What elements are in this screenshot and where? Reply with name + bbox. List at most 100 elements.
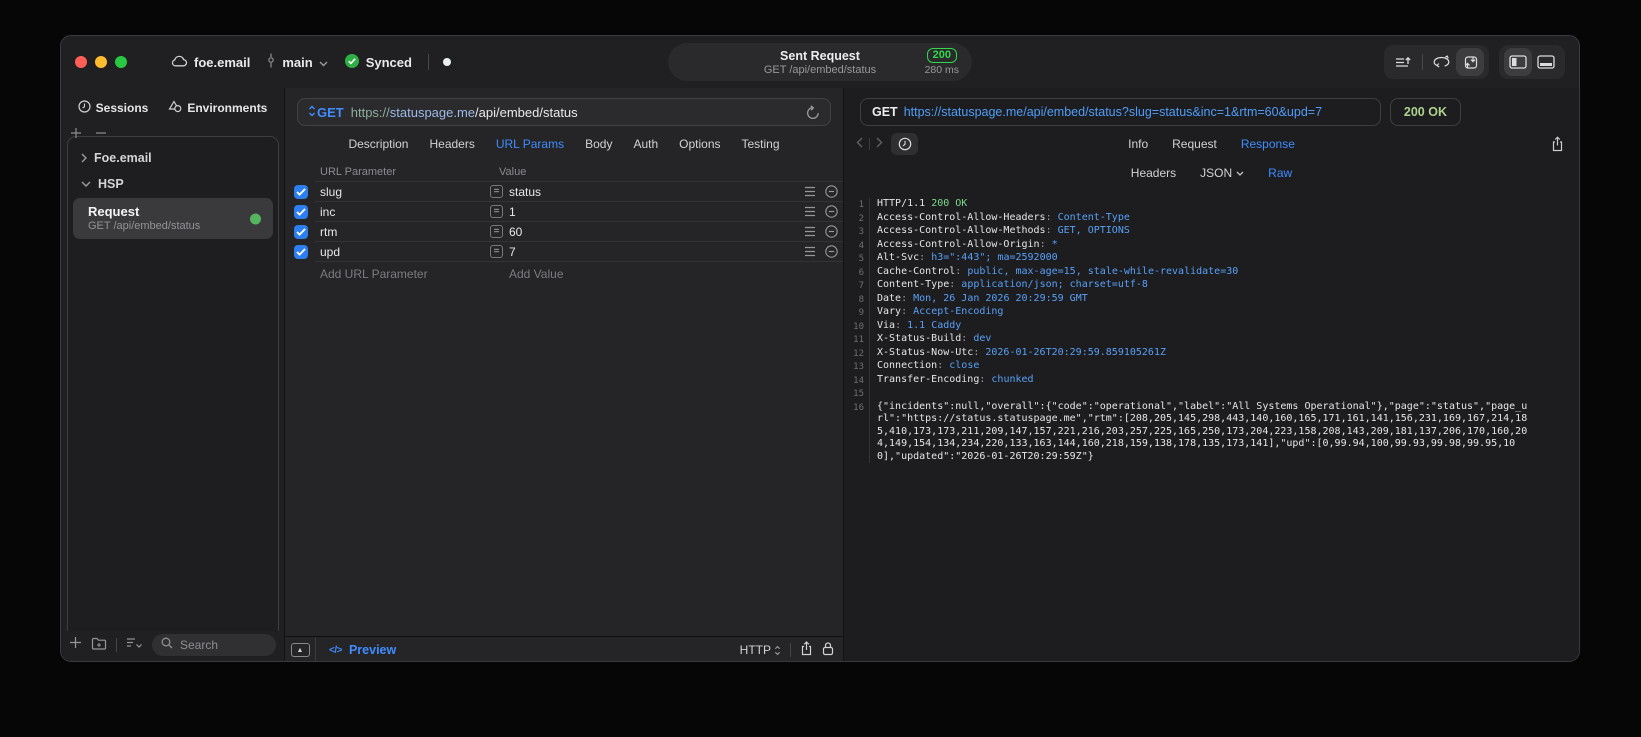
response-line: 8 Date: Mon, 26 Jan 2026 20:29:59 GMT	[844, 292, 1579, 306]
branch-menu[interactable]: main	[266, 53, 328, 71]
forward-icon[interactable]	[876, 137, 883, 151]
param-checkbox[interactable]	[294, 225, 308, 239]
tab-label: Headers	[1130, 166, 1177, 180]
project-name: foe.email	[194, 54, 251, 70]
equals-badge: =	[490, 205, 503, 218]
param-name-field[interactable]: slug	[320, 185, 342, 199]
line-content: Transfer-Encoding: chunked	[877, 373, 1034, 385]
tab-environments[interactable]: Environments	[168, 100, 267, 116]
sync-status[interactable]: Synced	[344, 53, 412, 72]
layout-left-panel-icon[interactable]	[1504, 48, 1532, 76]
export-share-icon[interactable]	[1551, 136, 1564, 152]
footer-divider	[790, 643, 791, 657]
response-tabs-row: Info Request Response	[844, 128, 1579, 160]
param-checkbox[interactable]	[294, 205, 308, 219]
tab-label: Headers	[429, 137, 475, 151]
back-icon[interactable]	[856, 137, 863, 151]
layout-bottom-panel-icon[interactable]	[1532, 48, 1560, 76]
param-name-field[interactable]: upd	[320, 245, 340, 259]
history-clock-button[interactable]	[891, 133, 918, 155]
add-item-icon[interactable]	[70, 126, 82, 144]
new-folder-icon[interactable]	[91, 636, 107, 655]
response-line: 9 Vary: Accept-Encoding	[844, 306, 1579, 320]
sort-filter-icon[interactable]	[126, 636, 143, 654]
method-selector[interactable]: GET	[308, 105, 344, 120]
request-list-item-selected[interactable]: Request GET /api/embed/status	[73, 198, 273, 239]
search-input[interactable]	[178, 637, 267, 653]
response-code[interactable]: 1 HTTP/1.1 200 OK 2 Access-Control-Allow…	[844, 186, 1579, 661]
protocol-selector[interactable]: HTTP	[740, 643, 781, 657]
add-param-placeholder[interactable]: Add URL Parameter	[320, 267, 428, 281]
summary-subtitle: GET /api/embed/status	[763, 63, 877, 76]
remove-param-icon[interactable]	[825, 245, 838, 261]
tree-group-foe-email[interactable]: Foe.email	[68, 145, 278, 171]
param-checkbox[interactable]	[294, 245, 308, 259]
subtab-headers[interactable]: Headers	[1131, 166, 1176, 180]
send-receive-icon[interactable]	[1456, 48, 1484, 76]
lock-icon[interactable]	[822, 641, 834, 659]
refresh-icon[interactable]	[806, 104, 820, 120]
line-number: 9	[844, 306, 870, 320]
param-row: inc = 1	[285, 202, 843, 222]
sort-order-icon[interactable]	[1389, 48, 1417, 76]
param-name-field[interactable]: rtm	[320, 225, 337, 239]
drag-handle-icon[interactable]	[804, 186, 816, 200]
share-icon[interactable]	[800, 641, 813, 659]
project-menu[interactable]: foe.email	[171, 55, 250, 70]
branch-name: main	[282, 54, 313, 70]
close-window-button[interactable]	[75, 56, 87, 68]
response-line: 5 Alt-Svc: h3=":443"; ma=2592000	[844, 252, 1579, 266]
footer-divider	[116, 638, 117, 652]
tab-info[interactable]: Info	[1128, 137, 1148, 151]
tab-url-params[interactable]: URL Params	[496, 137, 564, 151]
sync-loop-icon[interactable]	[1428, 48, 1456, 76]
tab-request[interactable]: Request	[1172, 137, 1217, 151]
add-value-placeholder[interactable]: Add Value	[509, 267, 564, 281]
param-name-field[interactable]: inc	[320, 205, 335, 219]
param-value-field[interactable]: 60	[509, 225, 522, 239]
remove-item-icon[interactable]	[95, 126, 107, 144]
tab-options[interactable]: Options	[679, 137, 720, 151]
sent-request-summary[interactable]: Sent Request GET /api/embed/status 200 2…	[668, 43, 972, 81]
subtab-json[interactable]: JSON	[1200, 166, 1244, 180]
sent-url-box[interactable]: GET https://statuspage.me/api/embed/stat…	[860, 98, 1381, 126]
remove-param-icon[interactable]	[825, 205, 838, 221]
line-content: Vary: Accept-Encoding	[877, 306, 1004, 317]
sidebar-footer	[61, 631, 284, 661]
line-number: 15	[844, 387, 870, 401]
subtab-raw[interactable]: Raw	[1268, 166, 1292, 180]
tree-group-hsp[interactable]: HSP	[68, 171, 278, 197]
tab-description[interactable]: Description	[348, 137, 408, 151]
column-header-name: URL Parameter	[320, 166, 397, 178]
tab-testing[interactable]: Testing	[742, 137, 780, 151]
tab-response[interactable]: Response	[1241, 137, 1295, 151]
param-value-field[interactable]: 7	[509, 245, 516, 259]
sync-check-icon	[344, 53, 360, 72]
param-value-field[interactable]: status	[509, 185, 541, 199]
add-request-icon[interactable]	[69, 636, 82, 654]
preview-button[interactable]: </> Preview	[329, 643, 396, 657]
drag-handle-icon[interactable]	[804, 246, 816, 260]
request-url-bar[interactable]: GET https://statuspage.me/api/embed/stat…	[297, 98, 831, 126]
chevron-right-icon	[81, 153, 87, 163]
drag-handle-icon[interactable]	[804, 226, 816, 240]
sidebar-search[interactable]	[152, 634, 276, 656]
expand-panel-button[interactable]: ▲	[285, 637, 316, 661]
add-param-row[interactable]: Add URL Parameter Add Value	[285, 262, 843, 284]
zoom-window-button[interactable]	[115, 56, 127, 68]
line-content	[870, 387, 877, 401]
remove-param-icon[interactable]	[825, 225, 838, 241]
drag-handle-icon[interactable]	[804, 206, 816, 220]
line-number: 7	[844, 279, 870, 293]
minimize-window-button[interactable]	[95, 56, 107, 68]
param-value-field[interactable]: 1	[509, 205, 516, 219]
desktop: { "titlebar": { "project": "foe.email", …	[0, 0, 1641, 737]
tab-headers[interactable]: Headers	[429, 137, 474, 151]
tab-sessions[interactable]: Sessions	[78, 100, 148, 116]
param-checkbox[interactable]	[294, 185, 308, 199]
tab-auth[interactable]: Auth	[633, 137, 658, 151]
summary-title: Sent Request	[780, 48, 860, 63]
param-row: upd = 7	[285, 242, 843, 262]
tab-body[interactable]: Body	[585, 137, 612, 151]
remove-param-icon[interactable]	[825, 185, 838, 201]
